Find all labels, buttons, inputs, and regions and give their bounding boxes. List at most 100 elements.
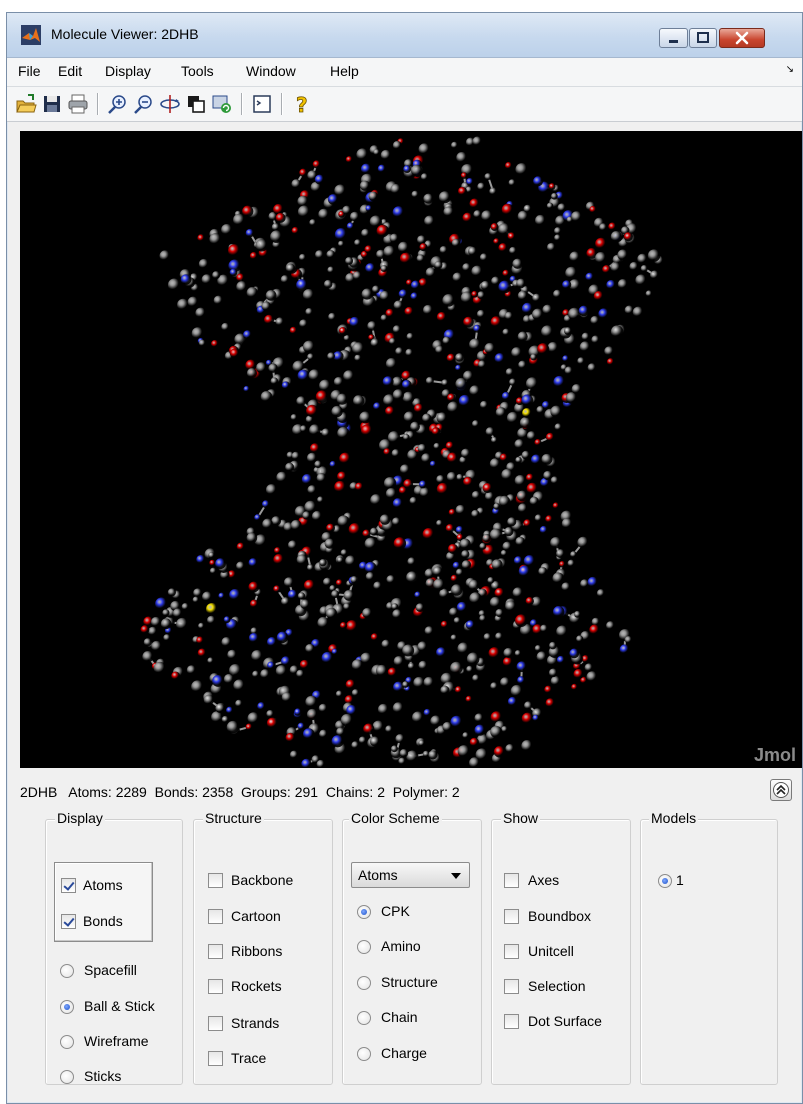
atom[interactable] [598, 308, 610, 320]
atom[interactable] [500, 677, 511, 688]
atom[interactable] [389, 233, 399, 243]
atom[interactable] [446, 471, 457, 482]
atom[interactable] [517, 290, 528, 301]
atom[interactable] [501, 203, 514, 216]
atom[interactable] [506, 411, 519, 424]
atom[interactable] [247, 712, 260, 725]
atom[interactable] [380, 149, 392, 161]
amino-radio[interactable] [357, 940, 371, 954]
atom[interactable] [460, 448, 471, 459]
atom[interactable] [387, 431, 401, 444]
atom[interactable] [249, 599, 259, 609]
atom[interactable] [421, 453, 432, 464]
atom[interactable] [477, 291, 486, 300]
atom[interactable] [564, 327, 572, 336]
atom[interactable] [494, 353, 506, 364]
atom[interactable] [297, 369, 310, 382]
atom[interactable] [271, 223, 280, 232]
atom[interactable] [442, 336, 451, 345]
atom[interactable] [392, 517, 401, 527]
atom[interactable] [550, 536, 562, 549]
atom[interactable] [450, 574, 459, 583]
close-button[interactable] [719, 28, 765, 48]
atom[interactable] [463, 476, 474, 487]
atom[interactable] [447, 543, 459, 555]
atom[interactable] [530, 353, 537, 361]
atom[interactable] [339, 621, 348, 630]
atom[interactable] [324, 538, 335, 549]
atom[interactable] [472, 420, 480, 428]
atom[interactable] [476, 309, 486, 319]
atom[interactable] [308, 369, 321, 382]
atom[interactable] [406, 571, 418, 584]
atom[interactable] [153, 661, 167, 675]
atoms-checkbox[interactable] [61, 878, 76, 893]
atom[interactable] [140, 625, 150, 634]
atom[interactable] [606, 279, 617, 290]
atom[interactable] [540, 624, 549, 633]
menu-tools[interactable]: Tools [181, 63, 214, 79]
atom[interactable] [418, 480, 427, 489]
atom[interactable] [451, 141, 459, 149]
atom[interactable] [309, 443, 321, 454]
atom[interactable] [471, 265, 483, 278]
atom[interactable] [479, 253, 488, 262]
atom[interactable] [513, 556, 523, 566]
atom[interactable] [517, 676, 526, 685]
atom[interactable] [209, 567, 217, 575]
atom[interactable] [334, 228, 348, 241]
atom[interactable] [377, 703, 389, 715]
atom[interactable] [465, 620, 476, 630]
atom[interactable] [283, 577, 295, 588]
atom[interactable] [331, 648, 339, 656]
atom[interactable] [465, 695, 473, 703]
atom[interactable] [415, 603, 425, 612]
atom[interactable] [624, 305, 634, 315]
atom[interactable] [590, 315, 600, 325]
atom[interactable] [167, 278, 181, 292]
atom[interactable] [391, 603, 399, 611]
open-icon[interactable] [15, 93, 37, 115]
atom[interactable] [632, 306, 644, 318]
atom[interactable] [362, 607, 373, 619]
atom[interactable] [345, 620, 359, 633]
atom[interactable] [516, 661, 528, 673]
atom[interactable] [235, 699, 243, 708]
atom[interactable] [345, 679, 356, 690]
atom[interactable] [409, 496, 418, 505]
spacefill-radio[interactable] [60, 964, 74, 978]
atom[interactable] [525, 377, 539, 390]
atom[interactable] [602, 265, 612, 274]
atom[interactable] [315, 390, 329, 403]
atom[interactable] [380, 265, 388, 273]
atom[interactable] [246, 368, 258, 379]
atom[interactable] [450, 661, 463, 675]
atom[interactable] [410, 421, 420, 432]
atom[interactable] [455, 568, 464, 577]
atom[interactable] [411, 190, 419, 199]
atom[interactable] [229, 664, 242, 677]
atom[interactable] [383, 245, 396, 258]
atom[interactable] [274, 547, 282, 555]
atom[interactable] [265, 290, 277, 301]
atom[interactable] [490, 223, 499, 231]
atom[interactable] [399, 252, 412, 265]
atom[interactable] [236, 542, 245, 551]
atom[interactable] [452, 561, 461, 570]
atom[interactable] [395, 347, 404, 356]
atom[interactable] [228, 244, 241, 257]
atom[interactable] [577, 357, 585, 365]
cpk-radio[interactable] [357, 905, 371, 919]
atom[interactable] [509, 246, 517, 255]
atom[interactable] [519, 417, 532, 429]
atom[interactable] [372, 285, 380, 294]
atom[interactable] [180, 274, 192, 285]
atom[interactable] [624, 636, 633, 644]
atom[interactable] [471, 290, 479, 298]
atom[interactable] [606, 621, 615, 631]
atom[interactable] [398, 757, 406, 765]
atom[interactable] [505, 368, 514, 377]
atom[interactable] [358, 736, 367, 745]
atom[interactable] [142, 651, 154, 663]
atom[interactable] [273, 585, 281, 593]
